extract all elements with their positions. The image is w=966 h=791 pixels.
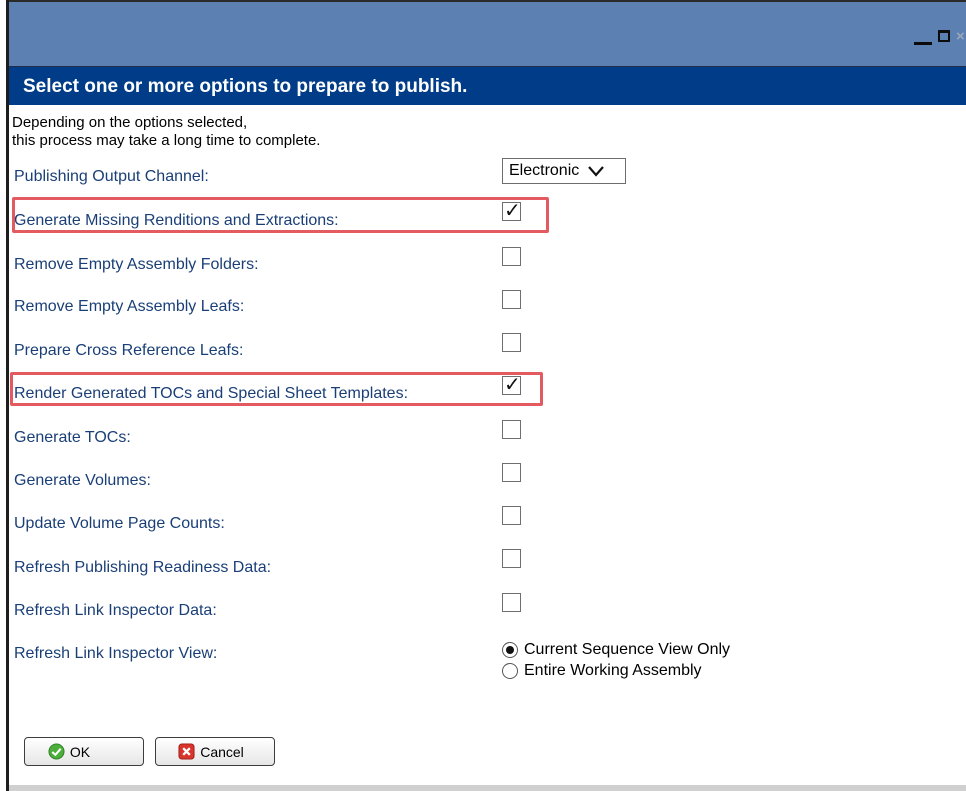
option-label-remove-empty-folders: Remove Empty Assembly Folders: [14, 256, 259, 273]
dialog-header: Select one or more options to prepare to… [9, 66, 966, 105]
chevron-down-icon [588, 166, 605, 177]
inspector-view-radio-group: Current Sequence View Only Entire Workin… [502, 639, 730, 681]
intro-line-1: Depending on the options selected, [12, 114, 248, 131]
window-left-edge [6, 0, 9, 791]
output-channel-value: Electronic [509, 162, 580, 179]
checkbox-remove-empty-folders[interactable] [502, 247, 521, 266]
cancel-button[interactable]: Cancel [155, 737, 275, 766]
checkbox-generate-tocs[interactable] [502, 420, 521, 439]
checkbox-refresh-link-inspector[interactable] [502, 593, 521, 612]
cancel-x-icon [178, 743, 195, 760]
option-label-generate-volumes: Generate Volumes: [14, 472, 151, 489]
ok-button[interactable]: OK [24, 737, 144, 766]
cancel-button-label: Cancel [200, 743, 244, 760]
radio-label-current-sequence: Current Sequence View Only [524, 640, 731, 658]
checkbox-update-page-counts[interactable] [502, 506, 521, 525]
option-label-update-page-counts: Update Volume Page Counts: [14, 515, 225, 532]
intro-line-2: this process may take a long time to com… [12, 132, 321, 149]
ok-button-label: OK [69, 743, 91, 760]
dialog-title: Select one or more options to prepare to… [23, 76, 468, 97]
output-channel-select[interactable]: Electronic [502, 158, 626, 184]
radio-option-current-sequence[interactable]: Current Sequence View Only [502, 639, 730, 660]
dialog-bottom-edge [9, 785, 966, 791]
publish-dialog: × Select one or more options to prepare … [0, 0, 966, 791]
output-channel-label: Publishing Output Channel: [14, 168, 209, 185]
inspector-view-label: Refresh Link Inspector View: [14, 645, 218, 662]
checkbox-generate-volumes[interactable] [502, 463, 521, 482]
maximize-icon[interactable] [938, 30, 950, 42]
highlight-box-renditions [12, 197, 549, 233]
radio-current-sequence[interactable] [502, 641, 518, 658]
radio-label-entire-assembly: Entire Working Assembly [524, 661, 702, 679]
highlight-box-render-tocs [10, 372, 543, 406]
checkbox-prepare-cross-reference[interactable] [502, 333, 521, 352]
checkbox-refresh-readiness[interactable] [502, 549, 521, 568]
radio-option-entire-assembly[interactable]: Entire Working Assembly [502, 660, 730, 681]
close-icon[interactable]: × [956, 29, 966, 44]
option-label-remove-empty-leafs: Remove Empty Assembly Leafs: [14, 298, 245, 315]
window-titlebar[interactable]: × [9, 0, 966, 66]
ok-check-icon [48, 743, 65, 760]
window-controls: × [914, 24, 966, 48]
minimize-icon[interactable] [914, 41, 932, 45]
intro-text: Depending on the options selected, this … [12, 114, 320, 150]
radio-entire-assembly[interactable] [502, 662, 518, 679]
checkbox-remove-empty-leafs[interactable] [502, 290, 521, 309]
option-label-refresh-link-inspector: Refresh Link Inspector Data: [14, 602, 217, 619]
option-label-prepare-cross-reference: Prepare Cross Reference Leafs: [14, 342, 244, 359]
option-label-generate-tocs: Generate TOCs: [14, 429, 131, 446]
option-label-refresh-readiness: Refresh Publishing Readiness Data: [14, 559, 272, 576]
